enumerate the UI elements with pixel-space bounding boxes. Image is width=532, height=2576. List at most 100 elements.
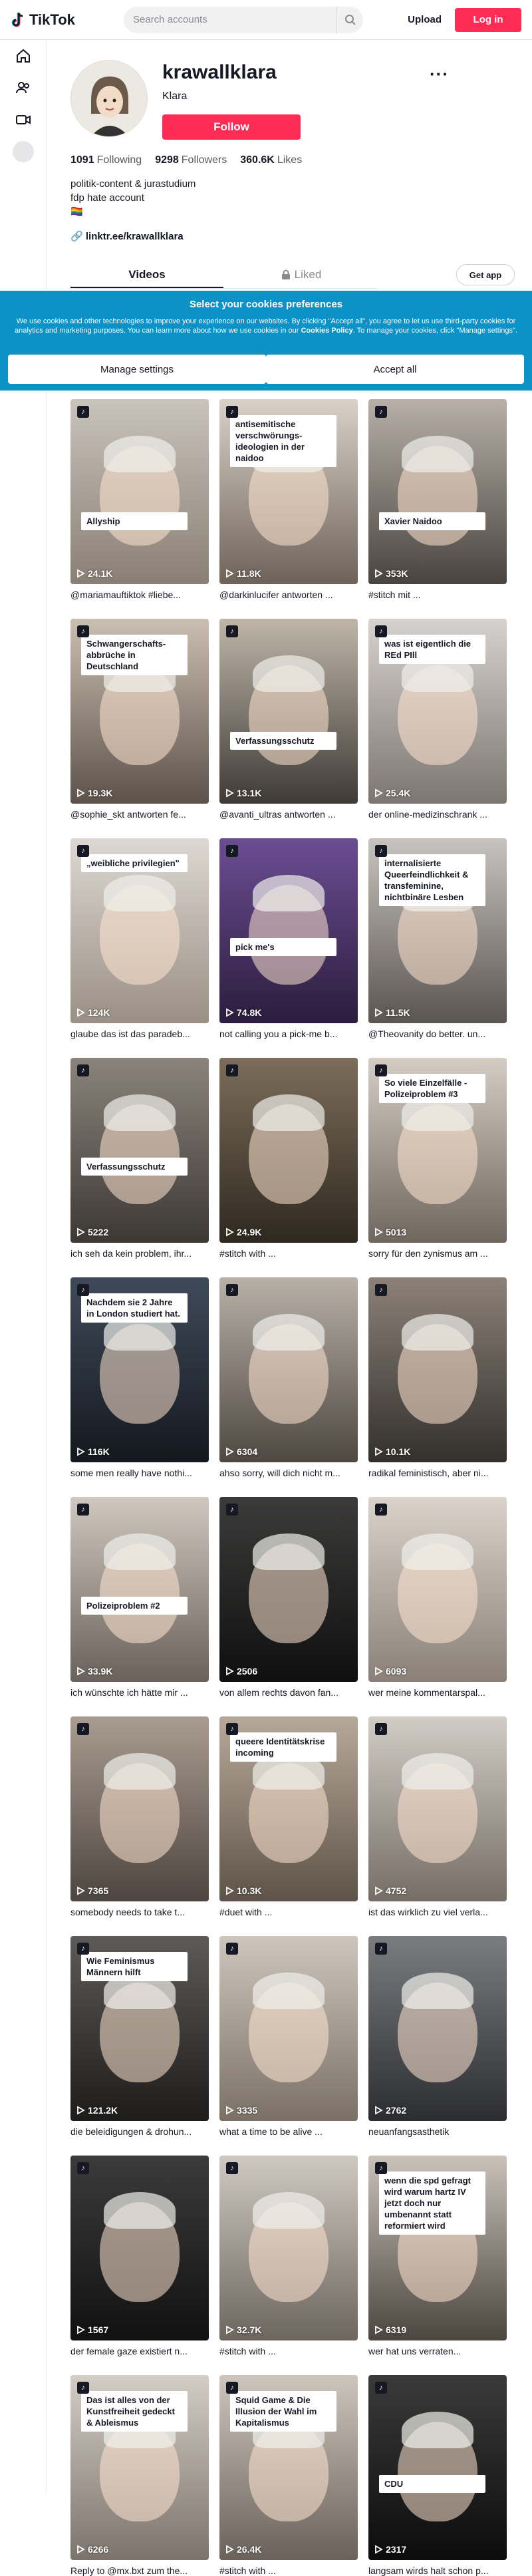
video-thumbnail[interactable]: ♪ 6304 bbox=[219, 1277, 358, 1462]
video-caption[interactable]: der online-medizinschrank ... bbox=[368, 809, 507, 820]
video-caption[interactable]: glaube das ist das paradeb... bbox=[70, 1029, 209, 1039]
video-thumbnail[interactable]: ♪ 6093 bbox=[368, 1497, 507, 1682]
manage-settings-button[interactable]: Manage settings bbox=[8, 355, 266, 384]
thumbnail-figure bbox=[104, 2192, 176, 2229]
video-thumbnail[interactable]: ♪ 24.9K bbox=[219, 1058, 358, 1243]
tiktok-badge-icon: ♪ bbox=[375, 1064, 387, 1076]
video-thumbnail[interactable]: Verfassungsschutz ♪ 5222 bbox=[70, 1058, 209, 1243]
bio-link[interactable]: 🔗 linktr.ee/krawallklara bbox=[70, 230, 184, 242]
video-caption[interactable]: wer meine kommentarspal... bbox=[368, 1687, 507, 1698]
video-thumbnail[interactable]: Verfassungsschutz ♪ 13.1K bbox=[219, 619, 358, 804]
stat-following[interactable]: 1091 Following bbox=[70, 154, 142, 166]
video-thumbnail[interactable]: „weibliche privilegien" ♪ 124K bbox=[70, 838, 209, 1023]
video-thumbnail[interactable]: Polizeiproblem #2 ♪ 33.9K bbox=[70, 1497, 209, 1682]
username: krawallklara bbox=[162, 61, 277, 83]
video-caption[interactable]: ich wünschte ich hätte mir ... bbox=[70, 1687, 209, 1698]
thumbnail-figure bbox=[402, 1314, 473, 1351]
video-caption[interactable]: @avanti_ultras antworten ... bbox=[219, 809, 358, 820]
video-caption[interactable]: Reply to @mx.bxt zum the... bbox=[70, 2565, 209, 2576]
video-caption[interactable]: langsam wirds halt schon p... bbox=[368, 2565, 507, 2576]
video-caption[interactable]: @darkinlucifer antworten ... bbox=[219, 589, 358, 600]
more-options-icon[interactable]: ··· bbox=[430, 64, 449, 84]
upload-button[interactable]: Upload bbox=[408, 14, 442, 25]
video-caption[interactable]: some men really have nothi... bbox=[70, 1468, 209, 1478]
video-overlay-text: Das ist alles von der Kunstfreiheit gede… bbox=[81, 2391, 188, 2432]
play-icon bbox=[226, 2545, 234, 2554]
video-caption[interactable]: ich seh da kein problem, ihr... bbox=[70, 1248, 209, 1259]
view-count: 3335 bbox=[225, 2105, 257, 2116]
video-thumbnail[interactable]: internalisierte Queerfeindlichkeit & tra… bbox=[368, 838, 507, 1023]
video-caption[interactable]: wer hat uns verraten... bbox=[368, 2346, 507, 2356]
video-thumbnail[interactable]: antisemitische verschwörungs-ideologien … bbox=[219, 399, 358, 584]
nav-following[interactable] bbox=[0, 72, 47, 104]
tab-videos[interactable]: Videos bbox=[70, 261, 223, 288]
video-thumbnail[interactable]: Xavier Naidoo ♪ 353K bbox=[368, 399, 507, 584]
search-bar[interactable]: Search accounts bbox=[124, 6, 363, 33]
video-thumbnail[interactable]: ♪ 2506 bbox=[219, 1497, 358, 1682]
video-caption[interactable]: neuanfangsasthetik bbox=[368, 2126, 507, 2137]
video-thumbnail[interactable]: ♪ 4752 bbox=[368, 1716, 507, 1901]
accept-all-button[interactable]: Accept all bbox=[266, 355, 524, 384]
video-caption[interactable]: #stitch with ... bbox=[219, 1248, 358, 1259]
video-caption[interactable]: somebody needs to take t... bbox=[70, 1907, 209, 1917]
video-caption[interactable]: sorry für den zynismus am ... bbox=[368, 1248, 507, 1259]
video-thumbnail[interactable]: ♪ 2762 bbox=[368, 1936, 507, 2121]
view-count-text: 26.4K bbox=[237, 2544, 262, 2555]
video-thumbnail[interactable]: So viele Einzelfälle - Polizeiproblem #3… bbox=[368, 1058, 507, 1243]
view-count: 25.4K bbox=[374, 788, 410, 798]
video-thumbnail[interactable]: ♪ 1567 bbox=[70, 2156, 209, 2340]
view-count-text: 24.1K bbox=[88, 568, 113, 579]
profile-circle[interactable] bbox=[12, 141, 34, 162]
thumbnail-figure bbox=[253, 2192, 325, 2229]
video-thumbnail[interactable]: ♪ 3335 bbox=[219, 1936, 358, 2121]
video-caption[interactable]: #stitch with ... bbox=[219, 2346, 358, 2356]
stat-followers[interactable]: 9298 Followers bbox=[155, 154, 227, 166]
video-caption[interactable]: von allem rechts davon fan... bbox=[219, 1687, 358, 1698]
video-caption[interactable]: what a time to be alive ... bbox=[219, 2126, 358, 2137]
video-caption[interactable]: @mariamauftiktok #liebe... bbox=[70, 589, 209, 600]
search-button[interactable] bbox=[336, 6, 363, 33]
video-caption[interactable]: radikal feministisch, aber ni... bbox=[368, 1468, 507, 1478]
video-caption[interactable]: #stitch mit ... bbox=[368, 589, 507, 600]
search-input[interactable]: Search accounts bbox=[133, 14, 336, 25]
video-thumbnail[interactable]: Squid Game & Die Illusion der Wahl im Ka… bbox=[219, 2375, 358, 2560]
video-thumbnail[interactable]: queere Identitätskrise incoming ♪ 10.3K bbox=[219, 1716, 358, 1901]
video-caption[interactable]: ahso sorry, will dich nicht m... bbox=[219, 1468, 358, 1478]
video-caption[interactable]: der female gaze existiert n... bbox=[70, 2346, 209, 2356]
video-thumbnail[interactable]: Schwangerschafts-abbrüche in Deutschland… bbox=[70, 619, 209, 804]
nav-live[interactable] bbox=[0, 104, 47, 136]
video-thumbnail[interactable]: Wie Feminismus Männern hilft ♪ 121.2K bbox=[70, 1936, 209, 2121]
view-count: 6319 bbox=[374, 2325, 406, 2335]
nav-home[interactable] bbox=[0, 40, 47, 72]
video-thumbnail[interactable]: was ist eigentlich die REd PIll ♪ 25.4K bbox=[368, 619, 507, 804]
tab-liked[interactable]: Liked bbox=[225, 261, 378, 288]
video-caption[interactable]: ist das wirklich zu viel verla... bbox=[368, 1907, 507, 1917]
play-icon bbox=[77, 2325, 85, 2334]
video-thumbnail[interactable]: CDU ♪ 2317 bbox=[368, 2375, 507, 2560]
view-count: 32.7K bbox=[225, 2325, 261, 2335]
video-caption[interactable]: #stitch with ... bbox=[219, 2565, 358, 2576]
video-thumbnail[interactable]: ♪ 7365 bbox=[70, 1716, 209, 1901]
video-thumbnail[interactable]: ♪ 10.1K bbox=[368, 1277, 507, 1462]
video-caption[interactable]: #duet with ... bbox=[219, 1907, 358, 1917]
avatar[interactable] bbox=[70, 60, 148, 137]
video-caption[interactable]: @Theovanity do better. un... bbox=[368, 1029, 507, 1039]
video-thumbnail[interactable]: Allyship ♪ 24.1K bbox=[70, 399, 209, 584]
video-thumbnail[interactable]: wenn die spd gefragt wird warum hartz IV… bbox=[368, 2156, 507, 2340]
tab-liked-label: Liked bbox=[294, 268, 322, 281]
tiktok-logo[interactable]: TikTok bbox=[11, 11, 110, 29]
video-thumbnail[interactable]: ♪ 32.7K bbox=[219, 2156, 358, 2340]
video-overlay-text: wenn die spd gefragt wird warum hartz IV… bbox=[379, 2172, 485, 2235]
video-caption[interactable]: die beleidigungen & drohun... bbox=[70, 2126, 209, 2137]
follow-button[interactable]: Follow bbox=[162, 114, 301, 140]
tiktok-badge-icon: ♪ bbox=[226, 406, 238, 418]
video-caption[interactable]: @sophie_skt antworten fe... bbox=[70, 809, 209, 820]
video-thumbnail[interactable]: Das ist alles von der Kunstfreiheit gede… bbox=[70, 2375, 209, 2560]
video-caption[interactable]: not calling you a pick-me b... bbox=[219, 1029, 358, 1039]
video-thumbnail[interactable]: Nachdem sie 2 Jahre in London studiert h… bbox=[70, 1277, 209, 1462]
get-app-button[interactable]: Get app bbox=[456, 264, 515, 285]
video-thumbnail[interactable]: pick me's ♪ 74.8K bbox=[219, 838, 358, 1023]
cookie-policy-link[interactable]: Cookies Policy bbox=[301, 327, 352, 335]
login-button[interactable]: Log in bbox=[455, 7, 521, 32]
bio-line: politik-content & jurastudium bbox=[70, 178, 196, 190]
